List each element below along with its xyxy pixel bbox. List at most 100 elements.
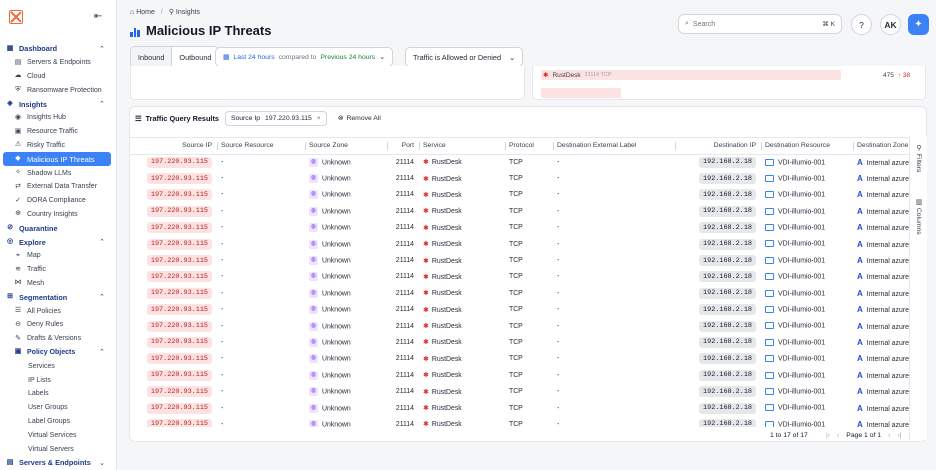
close-icon[interactable]: × [317, 115, 321, 122]
source-ip[interactable]: 197.220.93.115 [146, 402, 212, 414]
tab-filters[interactable]: ⚲ Filters [914, 144, 922, 172]
avatar[interactable]: AK [880, 14, 901, 35]
destination-resource[interactable]: VDI-illumio-001 [778, 257, 825, 264]
filter-chip-source-ip[interactable]: Source Ip 197.220.93.115 × [224, 110, 327, 126]
table-row[interactable]: 197.220.93.115- ◍ Unknown 21114 ✱ RustDesk TCP… [130, 220, 910, 236]
sidebar-item-policy-objects[interactable]: ▣ Policy Objects ⌃ [0, 346, 116, 360]
sidebar-item-cloud[interactable]: ☁ Cloud [0, 70, 116, 84]
table-row[interactable]: 197.220.93.115- ◍ Unknown 21114 ✱ RustDesk TCP… [130, 334, 910, 350]
sidebar-item-segmentation[interactable]: ⊞ Segmentation ⌃ [0, 290, 116, 304]
traffic-filter-select[interactable]: Traffic is Allowed or Denied ⌄ [405, 47, 524, 67]
source-ip[interactable]: 197.220.93.115 [146, 238, 212, 250]
source-ip[interactable]: 197.220.93.115 [146, 369, 212, 381]
destination-resource[interactable]: VDI-illumio-001 [778, 175, 825, 182]
destination-ip[interactable]: 192.168.2.18 [699, 320, 756, 332]
collapse-sidebar-icon[interactable]: ⇤ [94, 11, 102, 22]
source-ip[interactable]: 197.220.93.115 [146, 336, 212, 348]
sidebar-item-insights[interactable]: ◈ Insights ⌃ [0, 97, 116, 111]
chevron-down-icon[interactable]: ⌄ [99, 459, 105, 467]
table-row[interactable]: 197.220.93.115- ◍ Unknown 21114 ✱ RustDesk TCP… [130, 285, 910, 301]
remove-all-button[interactable]: ⊗ Remove All [333, 111, 386, 125]
chevron-up-icon[interactable]: ⌃ [99, 100, 105, 108]
destination-ip[interactable]: 192.168.2.18 [699, 189, 756, 201]
ai-assistant-button[interactable]: ✦ [908, 14, 929, 35]
search-input[interactable]: ⌕ Search ⌘ K [678, 14, 842, 34]
destination-ip[interactable]: 192.168.2.18 [699, 369, 756, 381]
time-range-picker[interactable]: ▦ Last 24 hours compared to Previous 24 … [215, 47, 393, 67]
sidebar-item-drafts-versions[interactable]: ✎ Drafts & Versions [0, 332, 116, 346]
sidebar-item-dashboard[interactable]: ▦ Dashboard ⌃ [0, 42, 116, 56]
destination-ip[interactable]: 192.168.2.18 [699, 156, 756, 168]
sidebar-item-all-policies[interactable]: ☰ All Policies [0, 304, 116, 318]
table-row[interactable]: 197.220.93.115- ◍ Unknown 21114 ✱ RustDesk TCP… [130, 302, 910, 318]
sidebar-item-ip-lists[interactable]: IP Lists [0, 373, 116, 387]
sidebar-item-malicious-ip-threats[interactable]: ◆ Malicious IP Threats [3, 152, 111, 167]
destination-resource[interactable]: VDI-illumio-001 [778, 159, 825, 166]
sidebar-item-virtual-services[interactable]: Virtual Services [0, 428, 116, 442]
sidebar-item-labels[interactable]: Labels [0, 387, 116, 401]
destination-resource[interactable]: VDI-illumio-001 [778, 208, 825, 215]
destination-resource[interactable]: VDI-illumio-001 [778, 339, 825, 346]
sidebar-item-servers-endpoints[interactable]: ▤ Servers & Endpoints [0, 56, 116, 70]
source-ip[interactable]: 197.220.93.115 [146, 320, 212, 332]
destination-ip[interactable]: 192.168.2.18 [699, 222, 756, 234]
sidebar-item-shadow-llms[interactable]: ✧ Shadow LLMs [0, 166, 116, 180]
breadcrumb-home[interactable]: ⌂ Home [130, 9, 155, 16]
tab-columns[interactable]: ▥ Columns [914, 198, 922, 235]
sidebar-item-deny-rules[interactable]: ⊖ Deny Rules [0, 318, 116, 332]
tab-inbound[interactable]: Inbound [131, 47, 173, 67]
destination-ip[interactable]: 192.168.2.18 [699, 271, 756, 283]
sidebar-item-ransomware-protection[interactable]: ⛨ Ransomware Protection [0, 83, 116, 97]
sidebar-item-traffic[interactable]: ≋ Traffic [0, 263, 116, 277]
next-page-icon[interactable]: › [888, 432, 890, 439]
source-ip[interactable]: 197.220.93.115 [146, 418, 212, 427]
sidebar-item-explore[interactable]: ◎ Explore ⌃ [0, 235, 116, 249]
tab-outbound[interactable]: Outbound [172, 47, 218, 67]
prev-page-icon[interactable]: ‹ [837, 432, 839, 439]
source-ip[interactable]: 197.220.93.115 [146, 222, 212, 234]
table-row[interactable]: 197.220.93.115- ◍ Unknown 21114 ✱ RustDesk TCP… [130, 269, 910, 285]
table-row[interactable]: 197.220.93.115- ◍ Unknown 21114 ✱ RustDesk TCP… [130, 367, 910, 383]
col-destination-ip[interactable]: Destination IP [676, 138, 762, 155]
table-row[interactable]: 197.220.93.115- ◍ Unknown 21114 ✱ RustDesk TCP… [130, 252, 910, 268]
destination-ip[interactable]: 192.168.2.18 [699, 336, 756, 348]
table-row[interactable]: 197.220.93.115- ◍ Unknown 21114 ✱ RustDesk TCP… [130, 203, 910, 219]
destination-ip[interactable]: 192.168.2.18 [699, 255, 756, 267]
destination-ip[interactable]: 192.168.2.18 [699, 173, 756, 185]
table-row[interactable]: 197.220.93.115- ◍ Unknown 21114 ✱ RustDesk TCP… [130, 170, 910, 186]
destination-resource[interactable]: VDI-illumio-001 [778, 306, 825, 313]
source-ip[interactable]: 197.220.93.115 [146, 304, 212, 316]
sidebar-item-servers-endpoints[interactable]: ▤ Servers & Endpoints ⌄ [0, 456, 116, 470]
sidebar-item-dora-compliance[interactable]: ✓ DORA Compliance [0, 194, 116, 208]
sidebar-item-quarantine[interactable]: ⊘ Quarantine [0, 221, 116, 235]
table-row[interactable]: 197.220.93.115- ◍ Unknown 21114 ✱ RustDesk TCP… [130, 236, 910, 252]
destination-resource[interactable]: VDI-illumio-001 [778, 241, 825, 248]
breadcrumb-insights[interactable]: ⚲ Insights [169, 8, 200, 16]
sidebar-item-risky-traffic[interactable]: ⚠ Risky Traffic [0, 139, 116, 153]
col-destination-zone[interactable]: Destination Zone [854, 138, 910, 155]
destination-ip[interactable]: 192.168.2.18 [699, 353, 756, 365]
chevron-up-icon[interactable]: ⌃ [99, 293, 105, 301]
source-ip[interactable]: 197.220.93.115 [146, 287, 212, 299]
col-destination-resource[interactable]: Destination Resource [762, 138, 854, 155]
sidebar-item-map[interactable]: ⌖ Map [0, 249, 116, 263]
sidebar-item-external-data-transfer[interactable]: ⇄ External Data Transfer [0, 180, 116, 194]
col-protocol[interactable]: Protocol [506, 138, 554, 155]
sidebar-item-mesh[interactable]: ⋈ Mesh [0, 277, 116, 291]
sidebar-item-user-groups[interactable]: User Groups [0, 401, 116, 415]
source-ip[interactable]: 197.220.93.115 [146, 255, 212, 267]
destination-resource[interactable]: VDI-illumio-001 [778, 290, 825, 297]
source-ip[interactable]: 197.220.93.115 [146, 189, 212, 201]
col-service[interactable]: Service [420, 138, 506, 155]
source-ip[interactable]: 197.220.93.115 [146, 173, 212, 185]
chevron-up-icon[interactable]: ⌃ [99, 348, 105, 356]
first-page-icon[interactable]: |‹ [826, 432, 830, 439]
chevron-up-icon[interactable]: ⌃ [99, 238, 105, 246]
destination-ip[interactable]: 192.168.2.18 [699, 304, 756, 316]
destination-ip[interactable]: 192.168.2.18 [699, 205, 756, 217]
destination-resource[interactable]: VDI-illumio-001 [778, 388, 825, 395]
destination-ip[interactable]: 192.168.2.18 [699, 402, 756, 414]
col-source-zone[interactable]: Source Zone [306, 138, 388, 155]
table-row[interactable]: 197.220.93.115- ◍ Unknown 21114 ✱ RustDesk TCP… [130, 154, 910, 170]
source-ip[interactable]: 197.220.93.115 [146, 271, 212, 283]
